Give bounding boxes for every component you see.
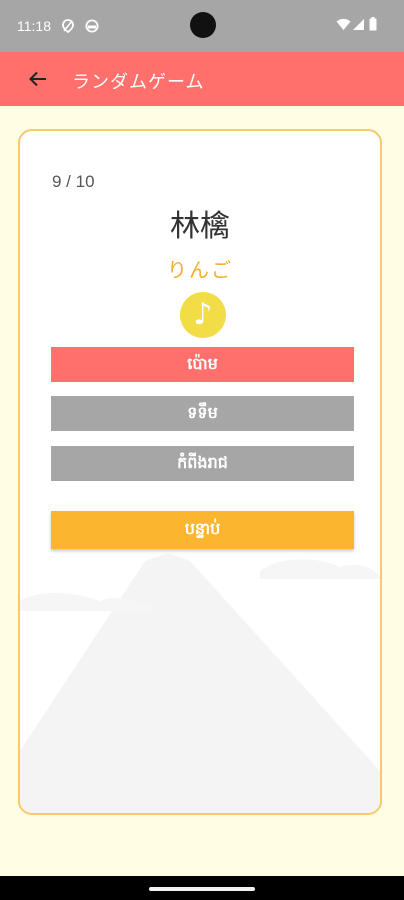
next-button-label: បន្ទាប់ (184, 519, 221, 538)
music-note-icon: ♪ (193, 297, 213, 332)
arrow-left-icon (29, 71, 46, 87)
answer-option-label: ទទឹម (187, 402, 218, 422)
status-time: 11:18 (17, 18, 51, 34)
question-word: 林檎 (170, 209, 230, 244)
back-button[interactable] (22, 64, 54, 94)
next-button[interactable]: បន្ទាប់ (51, 511, 354, 549)
answer-option-label: កំពីងរាជ (177, 452, 228, 472)
screen: 11:18 ランダムゲーム 9 / 10 林檎 りんご ♪ ប៉ោម ទទឹម … (0, 0, 404, 900)
answer-option-2[interactable]: ទទឹម (51, 396, 354, 431)
location-icon (62, 19, 74, 33)
answer-option-3[interactable]: កំពីងរាជ (51, 446, 354, 481)
status-bar: 11:18 (0, 0, 404, 52)
play-audio-button[interactable]: ♪ (180, 292, 226, 338)
camera-cutout (190, 12, 216, 38)
answer-option-1[interactable]: ប៉ោម (51, 347, 354, 382)
home-indicator[interactable] (149, 887, 255, 891)
question-reading: りんご (167, 258, 233, 282)
navigation-bar (0, 876, 404, 900)
smiley-icon (85, 19, 99, 33)
wifi-icon (336, 18, 351, 30)
app-bar: ランダムゲーム (0, 52, 404, 106)
app-title: ランダムゲーム (72, 72, 205, 93)
progress-counter: 9 / 10 (52, 172, 95, 191)
battery-icon (369, 17, 377, 31)
answer-option-label: ប៉ោម (187, 353, 218, 373)
quiz-card: 9 / 10 林檎 りんご ♪ ប៉ោម ទទឹម កំពីងរាជ បន្ទា… (18, 129, 382, 815)
signal-icon (353, 19, 364, 30)
